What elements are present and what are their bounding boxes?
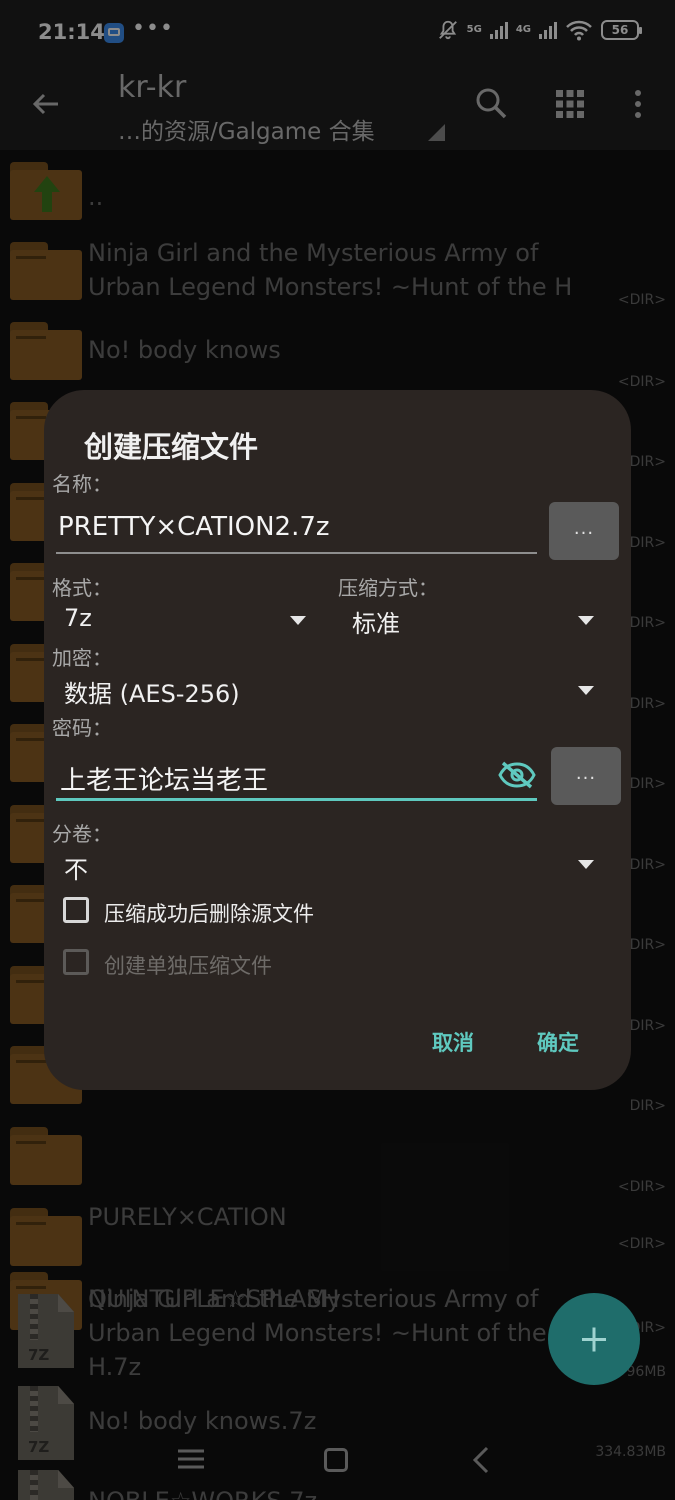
split-select[interactable]: 不 [64,850,88,885]
password-input[interactable]: 上老王论坛当老王 [60,760,268,797]
format-dropdown-icon[interactable] [290,616,306,625]
compression-select[interactable]: 标准 [352,604,400,639]
format-select[interactable]: 7z [64,604,92,632]
split-dropdown-icon[interactable] [578,860,594,869]
browse-button[interactable]: ... [549,502,619,560]
recent-apps-icon[interactable] [178,1448,204,1470]
archive-name-input[interactable]: PRETTY×CATION2.7z [58,512,330,542]
separate-archives-checkbox[interactable] [63,949,89,975]
separate-archives-label[interactable]: 创建单独压缩文件 [104,950,272,980]
add-fab-button[interactable] [548,1293,640,1385]
compression-label: 压缩方式： [338,576,438,600]
delete-source-checkbox[interactable] [63,897,89,923]
home-icon[interactable] [324,1448,348,1472]
format-label: 格式： [52,576,112,600]
password-label: 密码： [52,716,112,740]
encryption-label: 加密： [52,646,112,670]
ok-button[interactable]: 确定 [537,1027,579,1057]
system-nav-bar [0,1430,675,1490]
hide-password-icon[interactable] [498,760,536,790]
create-archive-dialog: 创建压缩文件 名称： PRETTY×CATION2.7z ... 格式： 7z … [44,390,631,1090]
cancel-button[interactable]: 取消 [432,1027,474,1057]
name-label: 名称： [52,472,112,496]
encryption-select[interactable]: 数据 (AES-256) [64,674,240,709]
name-underline [56,552,537,554]
password-options-button[interactable]: ... [551,747,621,805]
compression-dropdown-icon[interactable] [578,616,594,625]
dialog-title: 创建压缩文件 [84,430,259,464]
nav-back-icon[interactable] [472,1446,490,1474]
split-label: 分卷： [52,822,112,846]
encryption-dropdown-icon[interactable] [578,686,594,695]
delete-source-label[interactable]: 压缩成功后删除源文件 [104,898,314,928]
password-underline [56,798,537,801]
